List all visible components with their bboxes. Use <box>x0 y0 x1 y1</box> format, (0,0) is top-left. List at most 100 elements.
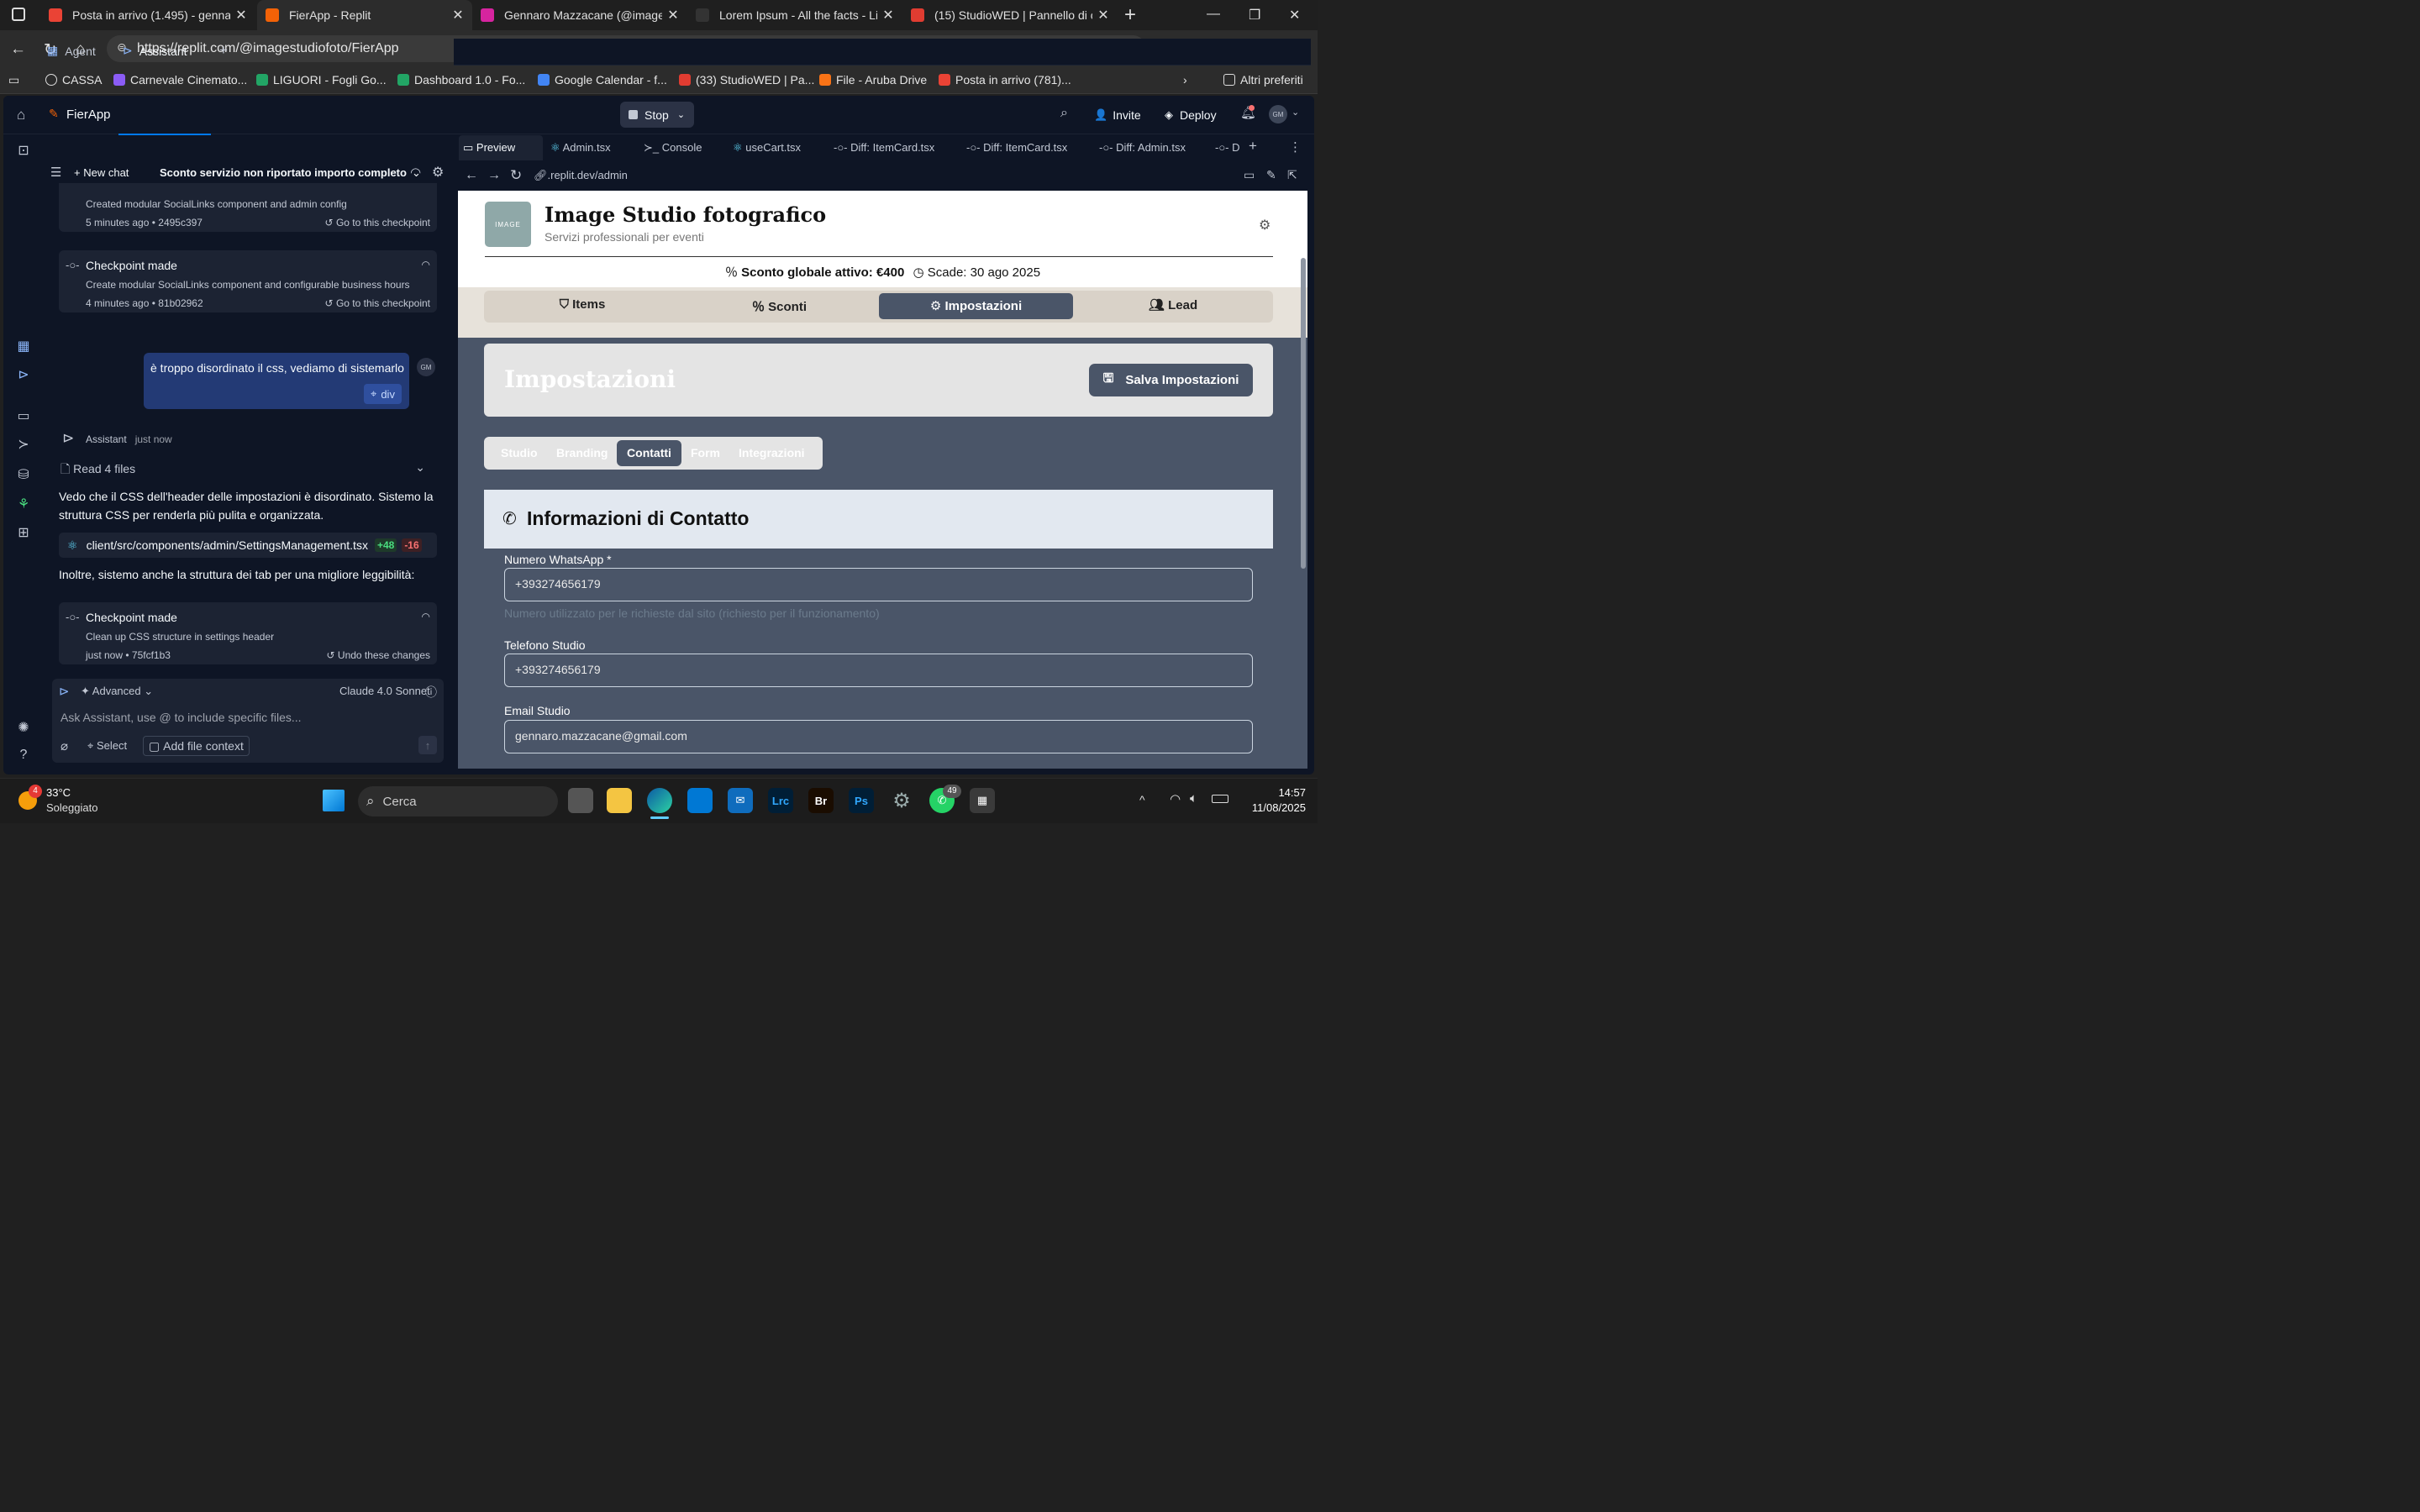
tab-admin-tsx[interactable]: ⚛ Admin.tsx <box>550 141 611 155</box>
fav-dashboard[interactable]: Dashboard 1.0 - Fo... <box>397 73 525 87</box>
browser-tab-active[interactable]: FierApp - Replit ✕ <box>257 0 472 30</box>
add-tab-icon[interactable]: + <box>219 42 228 59</box>
close-icon[interactable]: ✕ <box>235 7 247 24</box>
file-explorer-icon[interactable] <box>607 788 632 813</box>
tab-usecart[interactable]: ⚛ useCart.tsx <box>733 141 801 155</box>
tab-preview[interactable]: ▭ Preview <box>463 141 515 155</box>
tab-console[interactable]: ≻_ Console <box>644 141 702 155</box>
attach-icon[interactable]: ⌀ <box>60 738 68 753</box>
other-favorites[interactable]: Altri preferiti <box>1223 73 1303 87</box>
calculator-icon[interactable]: ▦ <box>970 788 995 813</box>
help-icon[interactable]: ✺ <box>7 719 40 736</box>
home-icon[interactable]: ⌂ <box>17 107 25 123</box>
add-tab-icon[interactable]: + <box>1249 138 1257 155</box>
preview-icon[interactable]: ▭ <box>7 407 40 424</box>
new-chat-button[interactable]: + New chat <box>74 166 129 179</box>
tray-chevron-icon[interactable]: ^ <box>1139 793 1145 806</box>
wifi-icon[interactable]: ◠ <box>1170 791 1181 806</box>
devtools-icon[interactable]: ✎ <box>1266 168 1276 182</box>
usage-gauge-icon[interactable]: ◠ <box>410 165 421 180</box>
preview-back-icon[interactable]: ← <box>465 168 478 183</box>
settings-gear-icon[interactable]: ⚙ <box>1259 217 1270 234</box>
store-icon[interactable] <box>687 788 713 813</box>
browser-tab[interactable]: Lorem Ipsum - All the facts - Lips ✕ <box>687 0 902 30</box>
subtab-contatti[interactable]: Contatti <box>617 440 681 466</box>
browser-tab[interactable]: Posta in arrivo (1.495) - gennaro. ✕ <box>40 0 255 30</box>
preview-forward-icon[interactable]: → <box>487 168 501 183</box>
close-icon[interactable]: ✕ <box>1097 7 1109 24</box>
tab-actions-icon[interactable] <box>12 8 25 21</box>
add-file-context-button[interactable]: ▢ Add file context <box>143 736 250 756</box>
model-name[interactable]: Claude 4.0 Sonnet <box>339 685 430 697</box>
user-avatar[interactable]: GM <box>1269 105 1287 123</box>
chat-title-dropdown[interactable]: Sconto servizio non riportato importo co… <box>160 166 421 180</box>
browser-tab[interactable]: (15) StudioWED | Pannello di con ✕ <box>902 0 1118 30</box>
tab-diff-itemcard[interactable]: -○- Diff: ItemCard.tsx <box>834 141 934 154</box>
subtab-branding[interactable]: Branding <box>556 446 608 459</box>
tab-items[interactable]: ⛉ Items <box>484 297 681 312</box>
whatsapp-input[interactable]: +393274656179 <box>504 568 1253 601</box>
preview-refresh-icon[interactable]: ↻ <box>510 167 522 184</box>
more-icon[interactable]: ⋮ <box>1289 139 1302 155</box>
chat-scroll-area[interactable]: Created modular SocialLinks component an… <box>44 183 450 677</box>
devices-icon[interactable]: ▭ <box>1244 168 1255 182</box>
fav-cassa[interactable]: CASSA <box>45 73 102 87</box>
secrets-icon[interactable]: ⚘ <box>7 496 40 512</box>
back-icon[interactable]: ← <box>10 40 26 59</box>
database-icon[interactable]: ⛁ <box>7 466 40 483</box>
subtab-integrazioni[interactable]: Integrazioni <box>739 446 805 459</box>
settings-gear-icon[interactable]: ⚙ <box>432 164 444 181</box>
settings-icon[interactable]: ⚙ <box>889 788 914 813</box>
browser-tab[interactable]: Gennaro Mazzacane (@image_st✕ <box>472 0 687 30</box>
clock-date[interactable]: 11/08/2025 <box>1244 801 1306 814</box>
chat-input[interactable]: Ask Assistant, use @ to include specific… <box>60 711 430 724</box>
save-settings-button[interactable]: 🖫︎ Salva Impostazioni <box>1089 364 1253 396</box>
lightroom-classic-icon[interactable]: Lrc <box>768 788 793 813</box>
chat-list-icon[interactable]: ☰ <box>50 165 61 180</box>
fav-aruba[interactable]: File - Aruba Drive <box>819 73 927 87</box>
chevron-down-icon[interactable]: ⌄ <box>1292 107 1299 118</box>
taskbar-search[interactable]: ⌕ Cerca <box>358 786 558 816</box>
close-icon[interactable]: ✕ <box>667 7 679 24</box>
info-icon[interactable]: ⓘ <box>425 684 437 701</box>
deploy-button[interactable]: ◈ Deploy <box>1160 103 1222 127</box>
agent-icon[interactable]: ▦ <box>7 338 40 354</box>
tab-impostazioni[interactable]: ⚙ Impostazioni <box>879 293 1073 319</box>
subtab-form[interactable]: Form <box>691 446 720 459</box>
advanced-toggle[interactable]: ✦ Advanced ⌄ <box>81 685 153 698</box>
tab-assistant[interactable]: ⊳ Assistant <box>123 44 187 58</box>
console-icon[interactable]: ≻ <box>7 436 40 453</box>
clock-time[interactable]: 14:57 <box>1259 786 1306 799</box>
phone-input[interactable]: +393274656179 <box>504 654 1253 687</box>
question-icon[interactable]: ? <box>7 748 40 763</box>
fav-studiowed[interactable]: (33) StudioWED | Pa... <box>679 73 814 87</box>
email-input[interactable]: gennaro.mazzacane@gmail.com <box>504 720 1253 753</box>
tab-sconti[interactable]: ％ Sconti <box>681 297 878 315</box>
minimize-icon[interactable]: — <box>1207 7 1220 22</box>
task-view-icon[interactable] <box>568 788 593 813</box>
tab-agent[interactable]: ▦ Agent <box>47 44 96 58</box>
sidebar-toggle-icon[interactable]: ⊡ <box>7 142 40 159</box>
undo-changes-button[interactable]: ↺ Undo these changes <box>327 649 430 661</box>
all-tools-icon[interactable]: ⊞ <box>7 524 40 541</box>
edge-icon[interactable] <box>647 788 672 813</box>
assistant-icon[interactable]: ⊳ <box>7 366 40 383</box>
file-change-row[interactable]: ⚛ client/src/components/admin/SettingsMa… <box>59 533 437 558</box>
reading-view-icon[interactable]: ▭ <box>8 73 19 87</box>
preview-scrollbar[interactable] <box>1301 258 1306 569</box>
close-icon[interactable]: ✕ <box>882 7 894 24</box>
restore-icon[interactable]: ❐ <box>1249 7 1260 24</box>
tab-lead[interactable]: 👥︎ Lead <box>1073 297 1273 312</box>
fav-posta[interactable]: Posta in arrivo (781)... <box>939 73 1071 87</box>
stop-button[interactable]: Stop ⌄ <box>620 102 694 128</box>
start-icon[interactable] <box>323 790 345 811</box>
subtab-studio[interactable]: Studio <box>501 446 538 459</box>
volume-icon[interactable]: 🔈︎ <box>1190 791 1197 806</box>
go-to-checkpoint-button[interactable]: ↺ Go to this checkpoint <box>325 217 430 228</box>
tab-overflow[interactable]: -○- D <box>1215 141 1240 154</box>
app-name[interactable]: FierApp <box>66 108 111 122</box>
photoshop-icon[interactable]: Ps <box>849 788 874 813</box>
read-files-row[interactable]: 🗋︎ Read 4 files ⌄ <box>60 460 430 480</box>
preview-url[interactable]: 🔗︎.replit.dev/admin <box>534 169 628 182</box>
fav-liguori[interactable]: LIGUORI - Fogli Go... <box>256 73 387 87</box>
